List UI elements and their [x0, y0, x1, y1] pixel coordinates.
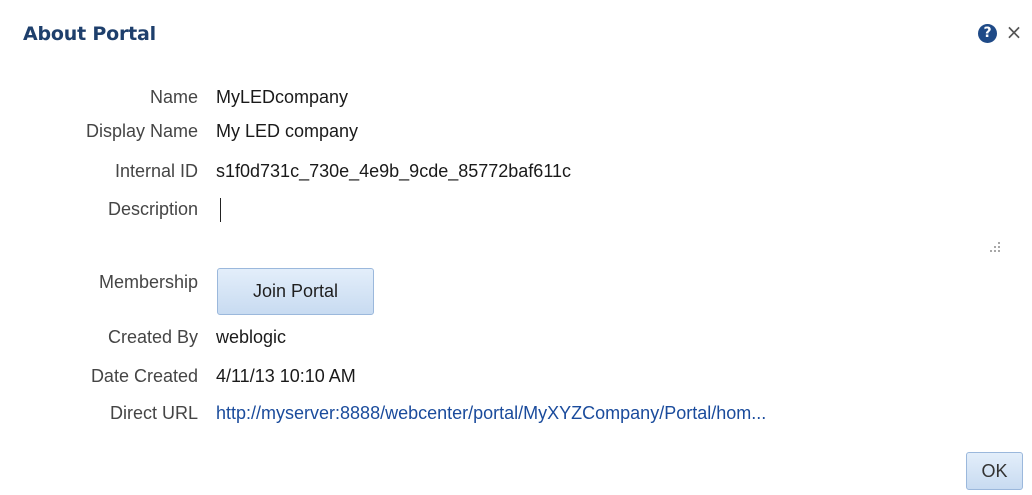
description-label: Description [107, 199, 198, 219]
join-portal-button[interactable]: Join Portal [217, 268, 374, 315]
display-name-value: My LED company [216, 121, 359, 141]
membership-label: Membership [98, 272, 198, 292]
name-label: Name [149, 87, 198, 107]
internal-id-value: s1f0d731c_730e_4e9b_9cde_85772baf611c [216, 161, 571, 181]
text-caret [220, 198, 221, 222]
direct-url-label: Direct URL [109, 403, 198, 423]
close-icon[interactable]: × [1004, 20, 1024, 44]
name-value: MyLEDcompany [216, 87, 349, 107]
date-created-value: 4/11/13 10:10 AM [216, 366, 356, 386]
internal-id-label: Internal ID [114, 161, 198, 181]
ok-button[interactable]: OK [966, 452, 1023, 490]
direct-url-link[interactable]: http://myserver:8888/webcenter/portal/My… [216, 403, 766, 423]
resize-grip-icon[interactable] [986, 242, 1002, 258]
direct-url-link-wrap: http://myserver:8888/webcenter/portal/My… [216, 403, 766, 424]
date-created-label: Date Created [90, 366, 198, 386]
dialog-title: About Portal [23, 23, 156, 45]
created-by-label: Created By [107, 327, 198, 347]
dialog-title-bar: About Portal ? × [0, 0, 1032, 80]
about-portal-dialog: About Portal ? × Name MyLEDcompany Displ… [0, 0, 1032, 495]
display-name-label: Display Name [85, 121, 198, 141]
help-icon[interactable]: ? [978, 24, 997, 43]
created-by-value: weblogic [216, 327, 287, 347]
description-input[interactable] [216, 196, 976, 226]
